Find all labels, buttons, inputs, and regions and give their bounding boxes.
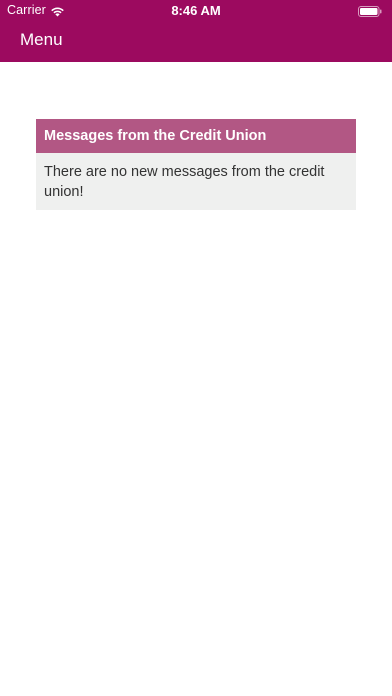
app-screen: Carrier 8:46 AM Menu Messages from the C… xyxy=(0,0,392,696)
messages-card-body: There are no new messages from the credi… xyxy=(44,164,325,200)
status-bar: Carrier 8:46 AM xyxy=(0,0,392,20)
app-header: Carrier 8:46 AM Menu xyxy=(0,0,392,62)
battery-icon xyxy=(358,5,382,17)
status-time: 8:46 AM xyxy=(171,3,221,18)
menu-button[interactable]: Menu xyxy=(20,30,63,50)
messages-card: Messages from the Credit Union There are… xyxy=(36,119,356,210)
messages-card-title: Messages from the Credit Union xyxy=(36,119,356,153)
